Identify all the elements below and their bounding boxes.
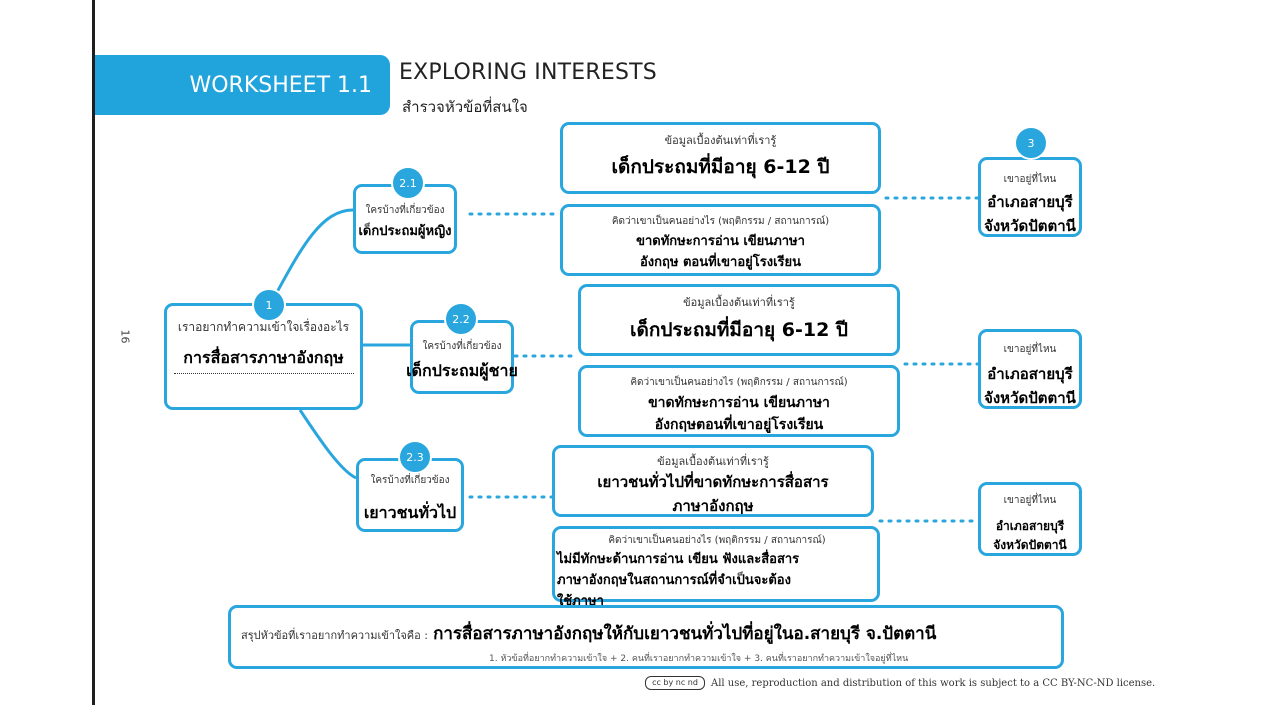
- facts-value-2-3-line1: เยาวชนทั่วไปที่ขาดทักษะการสื่อสาร: [597, 473, 829, 492]
- branch-line-2-3: [298, 409, 357, 480]
- where-value-2-1-line2: จังหวัดปัตตานี: [984, 217, 1076, 235]
- where-value-2-2-line1: อำเภอสายบุรี: [987, 365, 1073, 383]
- facts-label-2-2: ข้อมูลเบื้องต้นเท่าที่เรารู้: [683, 296, 795, 309]
- facts-box-2-3: ข้อมูลเบื้องต้นเท่าที่เรารู้ เยาวชนทั่วไ…: [552, 445, 874, 517]
- summary-box: สรุปหัวข้อที่เราอยากทำความเข้าใจคือ : กา…: [228, 605, 1064, 669]
- where-box-2-3: เขาอยู่ที่ไหน อำเภอสายบุรี จังหวัดปัตตาน…: [978, 482, 1082, 556]
- think-value-2-2-line1: ขาดทักษะการอ่าน เขียนภาษา: [648, 395, 830, 411]
- where-label-2-2: เขาอยู่ที่ไหน: [1003, 344, 1057, 355]
- who-value-2-3: เยาวชนทั่วไป: [363, 503, 457, 522]
- facts-label-2-1: ข้อมูลเบื้องต้นเท่าที่เรารู้: [664, 134, 777, 147]
- who-number-badge-2-1: 2.1: [391, 166, 425, 200]
- facts-value-2-1: เด็กประถมที่มีอายุ 6-12 ปี: [611, 156, 830, 179]
- think-box-2-1: คิดว่าเขาเป็นคนอย่างไร (พฤติกรรม / สถานก…: [560, 204, 881, 276]
- summary-label: สรุปหัวข้อที่เราอยากทำความเข้าใจคือ :: [241, 629, 428, 642]
- think-label-2-3: คิดว่าเขาเป็นคนอย่างไร (พฤติกรรม / สถานก…: [608, 535, 826, 546]
- where-value-2-3-line2: จังหวัดปัตตานี: [993, 538, 1067, 552]
- where-box-2-2: เขาอยู่ที่ไหน อำเภอสายบุรี จังหวัดปัตตาน…: [978, 329, 1082, 409]
- who-label-2-2: ใครบ้างที่เกี่ยวข้อง: [422, 341, 502, 352]
- think-label-2-2: คิดว่าเขาเป็นคนอย่างไร (พฤติกรรม / สถานก…: [630, 377, 848, 388]
- facts-value-2-2: เด็กประถมที่มีอายุ 6-12 ปี: [630, 319, 848, 342]
- think-box-2-3: คิดว่าเขาเป็นคนอย่างไร (พฤติกรรม / สถานก…: [552, 526, 880, 609]
- where-value-2-3-line1: อำเภอสายบุรี: [995, 519, 1065, 533]
- think-value-2-1-line1: ขาดทักษะการอ่าน เขียนภาษา: [636, 234, 805, 249]
- who-number-badge-2-3: 2.3: [398, 440, 432, 474]
- think-value-2-2-line2: อังกฤษตอนที่เขาอยู่โรงเรียน: [654, 417, 824, 433]
- facts-box-2-1: ข้อมูลเบื้องต้นเท่าที่เรารู้ เด็กประถมที…: [560, 122, 881, 194]
- who-value-2-1: เด็กประถมผู้หญิง: [358, 224, 452, 239]
- topic-underline: [173, 373, 354, 375]
- where-value-2-1-line1: อำเภอสายบุรี: [987, 193, 1073, 211]
- license-footer: cc by nc nd All use, reproduction and di…: [645, 676, 1155, 690]
- who-value-2-2: เด็กประถมผู้ชาย: [406, 361, 518, 380]
- where-number-badge: 3: [1014, 126, 1048, 160]
- facts-label-2-3: ข้อมูลเบื้องต้นเท่าที่เรารู้: [657, 455, 769, 468]
- who-number-badge-2-2: 2.2: [444, 302, 478, 336]
- topic-value: การสื่อสารภาษาอังกฤษ: [183, 348, 344, 368]
- facts-box-2-2: ข้อมูลเบื้องต้นเท่าที่เรารู้ เด็กประถมที…: [578, 284, 900, 356]
- topic-number-badge: 1: [252, 288, 286, 322]
- summary-hint: 1. หัวข้อที่อยากทำความเข้าใจ + 2. คนที่เ…: [489, 654, 909, 664]
- facts-value-2-3-line2: ภาษาอังกฤษ: [672, 497, 754, 516]
- think-label-2-1: คิดว่าเขาเป็นคนอย่างไร (พฤติกรรม / สถานก…: [611, 216, 830, 227]
- license-text: All use, reproduction and distribution o…: [711, 677, 1156, 689]
- cc-license-icon: cc by nc nd: [645, 676, 705, 690]
- who-label-2-1: ใครบ้างที่เกี่ยวข้อง: [365, 205, 445, 216]
- who-label-2-3: ใครบ้างที่เกี่ยวข้อง: [370, 475, 450, 486]
- topic-label: เราอยากทำความเข้าใจเรื่องอะไร: [177, 320, 350, 334]
- where-box-2-1: เขาอยู่ที่ไหน อำเภอสายบุรี จังหวัดปัตตาน…: [978, 157, 1082, 237]
- where-label-2-3: เขาอยู่ที่ไหน: [1003, 495, 1057, 506]
- think-value-2-3-line1: ไม่มีทักษะด้านการอ่าน เขียน ฟังและสื่อสา…: [557, 552, 800, 567]
- where-value-2-2-line2: จังหวัดปัตตานี: [984, 389, 1076, 407]
- think-box-2-2: คิดว่าเขาเป็นคนอย่างไร (พฤติกรรม / สถานก…: [578, 365, 900, 437]
- where-label-2-1: เขาอยู่ที่ไหน: [1003, 174, 1057, 185]
- summary-value: การสื่อสารภาษาอังกฤษให้กับเยาวชนทั่วไปที…: [433, 624, 937, 644]
- think-value-2-1-line2: อังกฤษ ตอนที่เขาอยู่โรงเรียน: [640, 255, 801, 270]
- think-value-2-3-line2: ภาษาอังกฤษในสถานการณ์ที่จำเป็นจะต้อง: [557, 573, 791, 588]
